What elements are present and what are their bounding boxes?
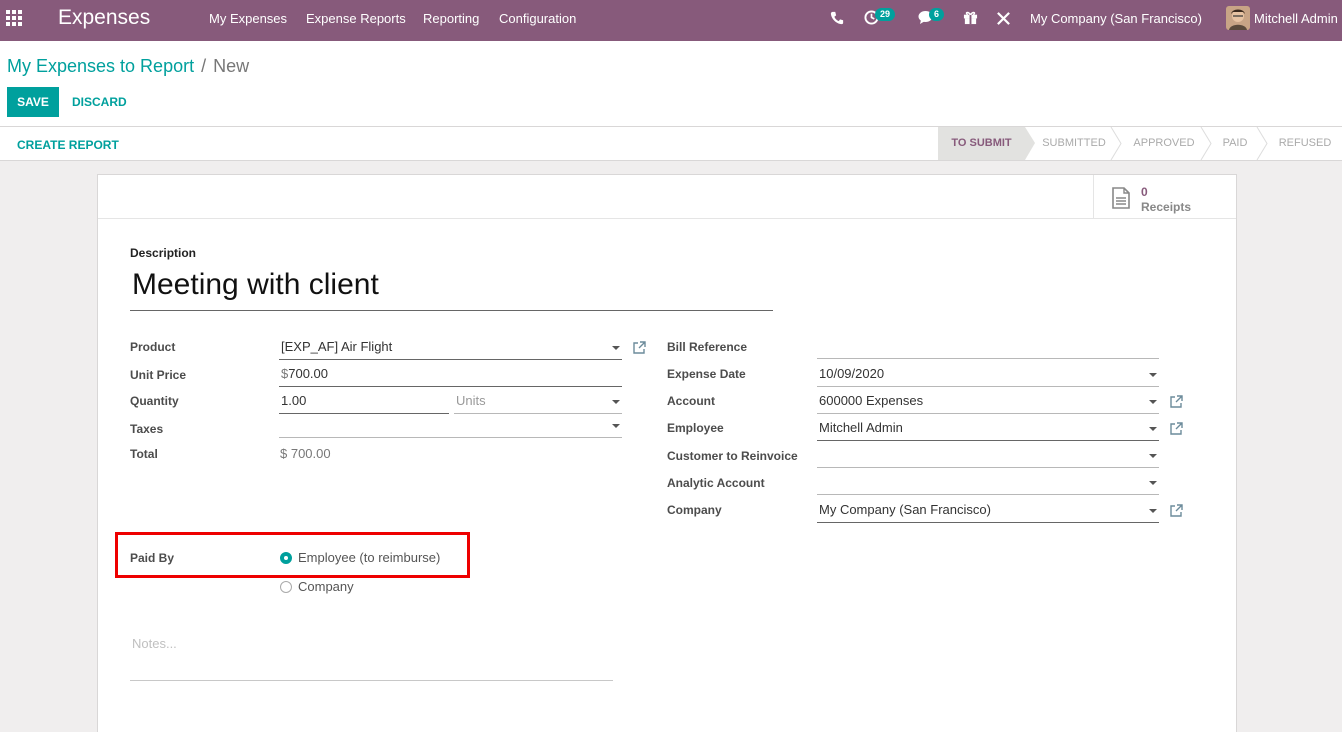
chevron-down-icon[interactable] <box>612 424 620 428</box>
external-link-icon[interactable] <box>632 341 646 355</box>
document-icon <box>1112 187 1130 209</box>
top-navbar: Expenses My Expenses Expense Reports Rep… <box>0 0 1342 41</box>
breadcrumb-separator: / <box>201 56 207 76</box>
apps-grid-icon[interactable] <box>6 10 26 30</box>
control-panel: My Expenses to Report / New SAVE DISCARD <box>0 41 1342 127</box>
external-link-icon[interactable] <box>1169 504 1183 518</box>
button-box: 0 Receipts <box>98 175 1236 219</box>
bill-reference-label: Bill Reference <box>667 340 748 354</box>
status-bar: CREATE REPORT TO SUBMIT SUBMITTED APPROV… <box>0 127 1342 161</box>
customer-reinvoice-label: Customer to Reinvoice <box>667 449 798 463</box>
uom-placeholder: Units <box>456 393 486 408</box>
receipts-count: 0 <box>1141 185 1148 199</box>
stage-refused[interactable]: REFUSED <box>1268 127 1342 160</box>
quantity-input[interactable]: 1.00 <box>279 390 449 414</box>
stage-arrow <box>1025 127 1035 160</box>
create-report-button[interactable]: CREATE REPORT <box>17 138 119 152</box>
description-label: Description <box>130 246 197 260</box>
unit-price-field[interactable]: $700.00 <box>279 363 622 387</box>
breadcrumb-parent[interactable]: My Expenses to Report <box>7 56 194 76</box>
bill-reference-input[interactable] <box>817 335 1159 359</box>
external-link-icon[interactable] <box>1169 422 1183 436</box>
customer-reinvoice-field[interactable] <box>817 444 1159 468</box>
product-value: [EXP_AF] Air Flight <box>281 339 393 354</box>
paid-by-label: Paid By <box>130 551 175 565</box>
notes-textarea[interactable]: Notes... <box>130 628 613 681</box>
company-switcher[interactable]: My Company (San Francisco) <box>1030 11 1202 26</box>
account-label: Account <box>667 394 715 408</box>
discard-button[interactable]: DISCARD <box>72 87 127 117</box>
product-field[interactable]: [EXP_AF] Air Flight <box>279 336 622 360</box>
employee-field[interactable]: Mitchell Admin <box>817 417 1159 441</box>
menu-my-expenses[interactable]: My Expenses <box>209 11 287 26</box>
total-value: $ 700.00 <box>280 446 331 461</box>
breadcrumb: My Expenses to Report / New <box>7 56 249 77</box>
employee-label: Employee <box>667 421 724 435</box>
taxes-label: Taxes <box>130 422 164 436</box>
app-title[interactable]: Expenses <box>58 6 150 30</box>
taxes-field[interactable] <box>279 414 622 438</box>
expense-date-field[interactable]: 10/09/2020 <box>817 363 1159 387</box>
chevron-down-icon[interactable] <box>1149 509 1157 513</box>
company-field[interactable]: My Company (San Francisco) <box>817 499 1159 523</box>
receipts-smart-button[interactable]: 0 Receipts <box>1093 175 1236 219</box>
product-label: Product <box>130 340 176 354</box>
uom-field[interactable]: Units <box>454 390 622 414</box>
chevron-down-icon[interactable] <box>1149 373 1157 377</box>
chevron-down-icon[interactable] <box>1149 481 1157 485</box>
analytic-account-field[interactable] <box>817 471 1159 495</box>
breadcrumb-current: New <box>213 56 250 76</box>
description-input[interactable]: Meeting with client <box>130 264 773 311</box>
activity-clock-icon[interactable]: 29 <box>864 8 896 30</box>
paid-by-company-label[interactable]: Company <box>298 579 354 594</box>
message-count-badge: 6 <box>929 8 945 21</box>
external-link-icon[interactable] <box>1169 395 1183 409</box>
company-value: My Company (San Francisco) <box>819 502 991 517</box>
unit-price-label: Unit Price <box>130 368 187 382</box>
employee-value: Mitchell Admin <box>819 420 903 435</box>
stage-divider <box>1110 127 1122 160</box>
chevron-down-icon[interactable] <box>612 400 620 404</box>
expense-date-value: 10/09/2020 <box>819 366 885 381</box>
paid-by-employee-label[interactable]: Employee (to reimburse) <box>298 550 440 565</box>
account-value: 600000 Expenses <box>819 393 924 408</box>
stage-divider <box>1200 127 1212 160</box>
menu-reporting[interactable]: Reporting <box>423 11 479 26</box>
expense-date-label: Expense Date <box>667 367 746 381</box>
chevron-down-icon[interactable] <box>612 346 620 350</box>
stage-approved[interactable]: APPROVED <box>1122 127 1206 160</box>
chevron-down-icon[interactable] <box>1149 400 1157 404</box>
menu-expense-reports[interactable]: Expense Reports <box>306 11 406 26</box>
activity-count-badge: 29 <box>875 8 896 21</box>
user-menu[interactable]: Mitchell Admin <box>1254 11 1338 26</box>
stage-to-submit[interactable]: TO SUBMIT <box>938 127 1025 160</box>
phone-icon[interactable] <box>830 11 850 31</box>
stage-divider <box>1256 127 1268 160</box>
menu-configuration[interactable]: Configuration <box>499 11 576 26</box>
stage-paid[interactable]: PAID <box>1212 127 1258 160</box>
chevron-down-icon[interactable] <box>1149 454 1157 458</box>
chat-icon[interactable]: 6 <box>918 8 945 30</box>
total-label: Total <box>130 447 158 461</box>
stage-submitted[interactable]: SUBMITTED <box>1035 127 1113 160</box>
receipts-label: Receipts <box>1141 200 1192 214</box>
save-button[interactable]: SAVE <box>7 87 59 117</box>
gift-icon[interactable] <box>963 10 983 30</box>
analytic-account-label: Analytic Account <box>667 476 765 490</box>
quantity-label: Quantity <box>130 394 179 408</box>
paid-by-employee-radio[interactable] <box>280 552 292 564</box>
account-field[interactable]: 600000 Expenses <box>817 390 1159 414</box>
user-avatar[interactable] <box>1226 6 1250 30</box>
chevron-down-icon[interactable] <box>1149 427 1157 431</box>
company-label: Company <box>667 503 722 517</box>
debug-tools-icon[interactable] <box>996 11 1016 31</box>
paid-by-company-radio[interactable] <box>280 581 292 593</box>
unit-price-value: 700.00 <box>288 366 328 381</box>
